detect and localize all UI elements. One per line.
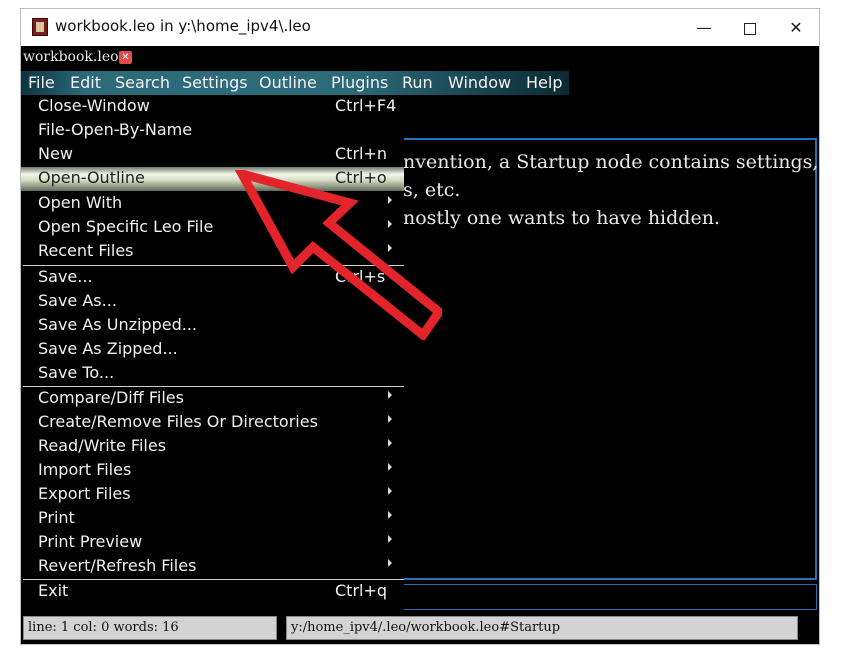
body-text: nvention, a Startup node contains settin… <box>403 148 818 232</box>
annotation-arrow-shape <box>234 170 442 340</box>
menu-item-label: Export Files <box>38 484 131 503</box>
menu-item-label: Recent Files <box>38 241 134 260</box>
menu-item-label: Close-Window <box>38 96 150 115</box>
annotation-arrow-icon <box>234 170 442 340</box>
menu-item-label: New <box>38 144 73 163</box>
menu-item-create-remove-files[interactable]: Create/Remove Files Or Directories <box>21 411 404 435</box>
menu-item-label: Save As Zipped... <box>38 339 178 358</box>
body-pane[interactable]: nvention, a Startup node contains settin… <box>401 138 818 580</box>
menu-settings[interactable]: Settings <box>182 73 248 92</box>
tab-bar: workbook.leo ✕ <box>21 47 819 69</box>
submenu-arrow-icon <box>388 559 392 567</box>
menu-item-label: Revert/Refresh Files <box>38 556 197 575</box>
submenu-arrow-icon <box>388 463 392 471</box>
menu-item-label: Compare/Diff Files <box>38 388 184 407</box>
tab-close-icon[interactable]: ✕ <box>119 51 132 64</box>
leo-app-icon <box>32 18 48 36</box>
body-line: nostly one wants to have hidden. <box>403 207 720 229</box>
menu-item-shortcut: Ctrl+q <box>335 581 388 600</box>
body-line: s, etc. <box>403 179 461 201</box>
menu-item-shortcut: Ctrl+F4 <box>335 96 397 115</box>
menu-item-label: Save As... <box>38 291 117 310</box>
menu-item-revert-refresh-files[interactable]: Revert/Refresh Files <box>21 555 404 579</box>
menu-item-save-to[interactable]: Save To... <box>21 362 404 386</box>
submenu-arrow-icon <box>388 487 392 495</box>
menu-item-label: Create/Remove Files Or Directories <box>38 412 318 431</box>
menu-edit[interactable]: Edit <box>70 73 101 92</box>
menu-item-label: Open Specific Leo File <box>38 217 214 236</box>
menu-item-label: Print Preview <box>38 532 143 551</box>
menu-item-exit[interactable]: Exit Ctrl+q <box>21 580 404 604</box>
menu-item-label: Read/Write Files <box>38 436 167 455</box>
close-button[interactable]: ✕ <box>773 9 819 46</box>
menu-item-save-as-zipped[interactable]: Save As Zipped... <box>21 338 404 362</box>
status-line-col: line: 1 col: 0 words: 16 <box>23 616 277 640</box>
status-bar: line: 1 col: 0 words: 16 y:/home_ipv4/.l… <box>21 614 819 644</box>
submenu-arrow-icon <box>388 391 392 399</box>
submenu-arrow-icon <box>388 439 392 447</box>
menu-item-file-open-by-name[interactable]: File-Open-By-Name <box>21 119 404 143</box>
menu-item-read-write-files[interactable]: Read/Write Files <box>21 435 404 459</box>
maximize-icon <box>744 22 756 35</box>
menu-outline[interactable]: Outline <box>259 73 317 92</box>
submenu-arrow-icon <box>388 535 392 543</box>
tab-workbook[interactable]: workbook.leo <box>21 49 119 67</box>
status-path: y:/home_ipv4/.leo/workbook.leo#Startup <box>286 616 798 640</box>
menu-item-import-files[interactable]: Import Files <box>21 459 404 483</box>
body-line: nvention, a Startup node contains settin… <box>403 151 819 173</box>
submenu-arrow-icon <box>388 415 392 423</box>
menu-item-label: Save As Unzipped... <box>38 315 197 334</box>
menu-item-print[interactable]: Print <box>21 507 404 531</box>
menu-item-close-window[interactable]: Close-Window Ctrl+F4 <box>21 95 404 119</box>
menu-item-label: Exit <box>38 581 69 600</box>
menu-item-label: Open With <box>38 193 123 212</box>
menu-file[interactable]: File <box>28 73 55 92</box>
menu-bar: File Edit Search Settings Outline Plugin… <box>21 71 569 95</box>
title-bar: workbook.leo in y:\home_ipv4\.leo — ✕ <box>21 9 819 46</box>
menu-run[interactable]: Run <box>402 73 433 92</box>
menu-item-label: Open-Outline <box>38 168 145 187</box>
menu-item-label: File-Open-By-Name <box>38 120 193 139</box>
minimize-button[interactable]: — <box>681 9 727 46</box>
menu-plugins[interactable]: Plugins <box>331 73 388 92</box>
window-title: workbook.leo in y:\home_ipv4\.leo <box>55 17 311 35</box>
menu-item-label: Print <box>38 508 75 527</box>
menu-item-new[interactable]: New Ctrl+n <box>21 143 404 167</box>
menu-item-label: Save... <box>38 267 93 286</box>
menu-window[interactable]: Window <box>448 73 511 92</box>
submenu-arrow-icon <box>388 511 392 519</box>
menu-item-export-files[interactable]: Export Files <box>21 483 404 507</box>
menu-item-label: Save To... <box>38 363 115 382</box>
menu-item-compare-diff-files[interactable]: Compare/Diff Files <box>21 387 404 411</box>
maximize-button[interactable] <box>727 9 773 46</box>
menu-item-label: Import Files <box>38 460 132 479</box>
menu-item-shortcut: Ctrl+n <box>335 144 388 163</box>
menu-help[interactable]: Help <box>526 73 562 92</box>
menu-search[interactable]: Search <box>115 73 170 92</box>
menu-item-print-preview[interactable]: Print Preview <box>21 531 404 555</box>
